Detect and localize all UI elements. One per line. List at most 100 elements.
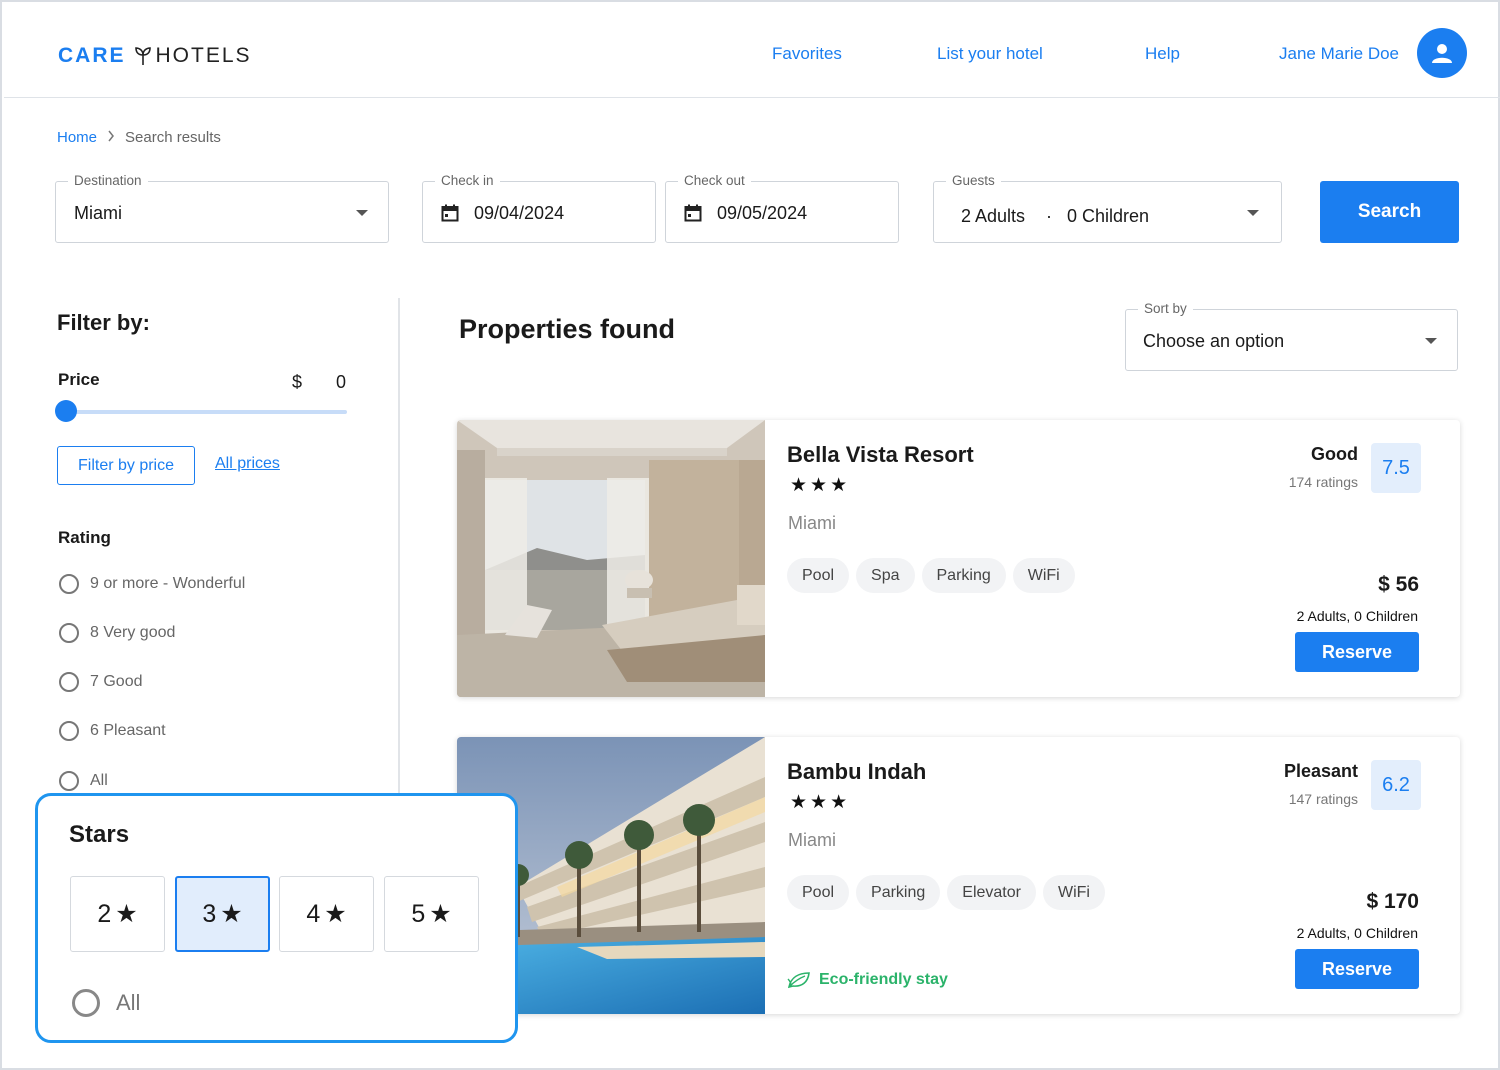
stars-option-5[interactable]: 5 ★ [384,876,479,952]
radio-button[interactable] [59,771,79,791]
amenity-tag: WiFi [1012,558,1075,593]
breadcrumb-home[interactable]: Home [57,129,97,146]
rating-option-label: 6 Pleasant [90,722,166,739]
reserve-button[interactable]: Reserve [1295,632,1419,672]
price-value: 0 [336,372,347,392]
nav-help[interactable]: Help [1145,44,1180,64]
amenity-list: Pool Parking Elevator WiFi [787,875,1105,910]
star-icon: ★ [220,900,243,928]
rating-option-9-wonderful[interactable]: 9 or more - Wonderful [59,574,245,594]
hotel-card[interactable]: Bella Vista Resort ★★★ Miami Pool Spa Pa… [457,420,1460,697]
nav-list-your-hotel[interactable]: List your hotel [937,44,1043,64]
radio-button[interactable] [59,623,79,643]
radio-button[interactable] [59,672,79,692]
destination-select[interactable]: Destination Miami [55,173,389,243]
sidebar-divider [398,298,400,798]
rating-word: Pleasant [1283,761,1358,781]
guests-children: 0 Children [1067,206,1150,226]
hotel-name[interactable]: Bambu Indah [787,759,926,785]
hotel-price: $ 170 [1366,890,1419,913]
rating-title: Rating [58,528,111,547]
caret-down-icon [356,210,368,216]
star-icon: ★ [324,900,347,928]
stars-option-2[interactable]: 2 ★ [70,876,165,952]
caret-down-icon [1247,210,1259,216]
filter-by-price-button[interactable]: Filter by price [57,446,195,485]
amenity-tag: Elevator [947,875,1036,910]
amenity-tag: Parking [921,558,1006,593]
hotel-city: Miami [788,513,836,533]
calendar-icon [684,204,702,227]
stars-option-4[interactable]: 4 ★ [279,876,374,952]
price-slider-track[interactable] [66,410,347,414]
guests-label: Guests [946,173,1001,188]
rating-option-label: All [90,772,108,789]
caret-down-icon [1425,338,1437,344]
checkin-value: 09/04/2024 [474,203,565,223]
amenity-tag: Parking [856,875,941,910]
stars-option-all[interactable]: All [72,989,140,1017]
star-icon: ★ [429,900,452,928]
stars-all-label: All [116,990,141,1015]
stars-option-number: 5 [411,899,426,928]
rating-word: Good [1311,444,1358,464]
hotel-name[interactable]: Bella Vista Resort [787,442,974,468]
star-icon: ★ [115,900,138,928]
rating-option-8-very-good[interactable]: 8 Very good [59,623,175,643]
reserve-button[interactable]: Reserve [1295,949,1419,989]
logo-care-text: CARE [58,44,126,67]
search-button[interactable]: Search [1320,181,1459,243]
price-slider-handle[interactable] [55,400,77,422]
amenity-tag: Spa [856,558,915,593]
checkin-field[interactable]: Check in 09/04/2024 [422,173,656,243]
destination-label: Destination [68,173,148,188]
hotel-occupancy: 2 Adults, 0 Children [1296,925,1418,941]
stars-option-number: 3 [202,899,217,928]
rating-count: 147 ratings [1288,791,1358,807]
care-hotels-logo[interactable]: CARE HOTELS [58,44,252,68]
properties-found-title: Properties found [459,314,676,344]
checkout-label: Check out [678,173,751,188]
sort-by-value: Choose an option [1143,331,1285,351]
hotel-city: Miami [788,830,836,850]
sort-by-select[interactable]: Sort by Choose an option [1125,301,1458,371]
stars-filter-panel: Stars 2 ★ 3 ★ 4 ★ 5 ★ All [35,793,518,1043]
breadcrumb: Home Search results [57,129,221,146]
radio-button[interactable] [72,989,100,1017]
eco-friendly-badge: Eco-friendly stay [787,971,948,989]
score-badge: 7.5 [1371,443,1421,493]
user-icon [1432,44,1452,63]
stars-option-3[interactable]: 3 ★ [175,876,270,952]
radio-button[interactable] [59,721,79,741]
eco-friendly-label: Eco-friendly stay [819,971,948,988]
filter-title: Filter by: [57,310,150,335]
rating-option-all[interactable]: All [59,771,108,791]
chevron-right-icon [107,129,115,146]
top-header: CARE HOTELS Favorites List your hotel He… [4,4,1500,98]
amenity-tag: Pool [787,875,850,910]
nav-favorites[interactable]: Favorites [772,44,842,64]
nav-user-name[interactable]: Jane Marie Doe [1279,44,1399,64]
hotel-star-rating: ★★★ [790,475,851,496]
hotel-bedroom-photo [457,420,765,697]
hotel-star-rating: ★★★ [790,792,851,813]
checkout-field[interactable]: Check out 09/05/2024 [665,173,899,243]
price-label: Price [58,370,100,389]
rating-option-label: 8 Very good [90,624,176,641]
stars-option-number: 4 [306,899,321,928]
guests-adults: 2 Adults [961,206,1026,226]
checkin-label: Check in [435,173,500,188]
rating-option-7-good[interactable]: 7 Good [59,672,142,692]
radio-button[interactable] [59,574,79,594]
rating-option-label: 7 Good [90,673,143,690]
avatar[interactable] [1417,28,1467,78]
guests-select[interactable]: Guests 2 Adults · 0 Children [933,173,1282,243]
leaf-logo-icon [134,46,152,66]
app-frame: CARE HOTELS Favorites List your hotel He… [0,0,1500,1070]
logo-hotels-text: HOTELS [155,44,252,67]
price-currency: $ [292,372,303,392]
hotel-card[interactable]: Bambu Indah ★★★ Miami Pool Parking Eleva… [457,737,1460,1014]
rating-option-6-pleasant[interactable]: 6 Pleasant [59,721,166,741]
all-prices-link[interactable]: All prices [215,455,280,473]
breadcrumb-current: Search results [125,129,221,146]
